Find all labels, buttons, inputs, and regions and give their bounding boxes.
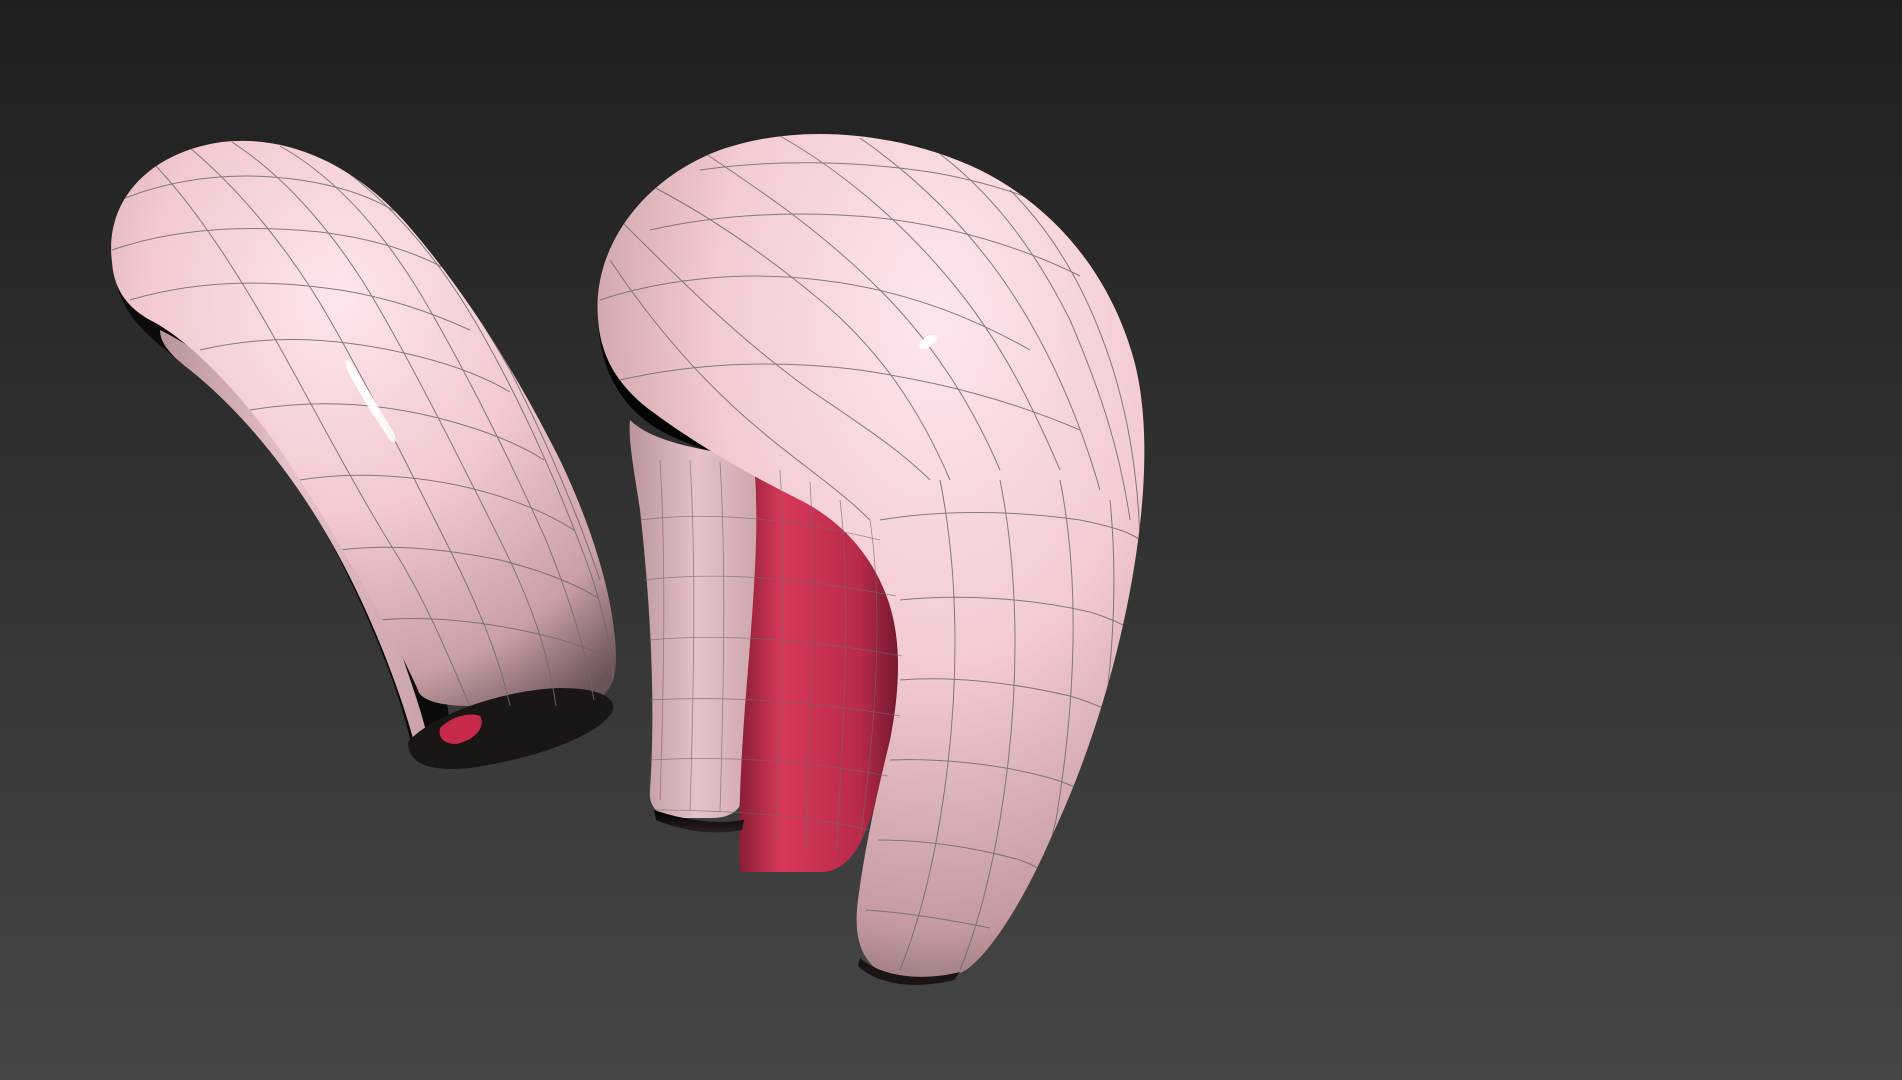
- 3d-viewport[interactable]: [0, 0, 1902, 1080]
- viewport-canvas[interactable]: [0, 0, 1902, 1080]
